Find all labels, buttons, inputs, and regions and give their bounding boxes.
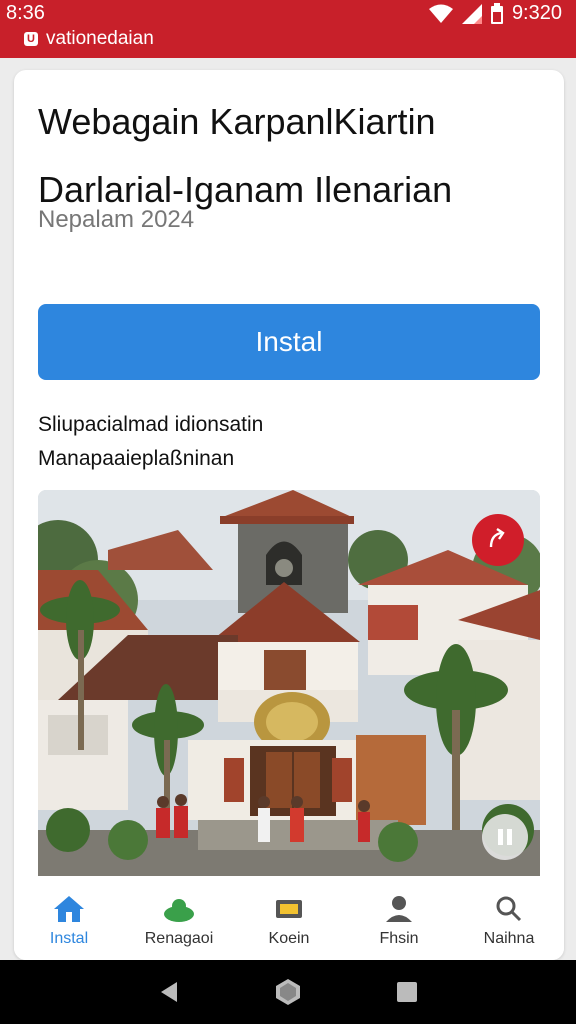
nav-item-instal[interactable]: Instal bbox=[14, 876, 124, 960]
app-label: vationedaian bbox=[46, 28, 154, 49]
description: Sliupacialmad idionsatin Manapaaieplaßni… bbox=[38, 408, 263, 476]
home-icon bbox=[54, 896, 84, 922]
pause-icon bbox=[498, 829, 512, 845]
building-illustration bbox=[38, 490, 540, 876]
signal-icon bbox=[461, 3, 482, 24]
description-line-1: Sliupacialmad idionsatin bbox=[38, 413, 264, 436]
app-badge-icon: U bbox=[24, 32, 38, 46]
install-button[interactable]: Instal bbox=[38, 304, 540, 380]
status-bar: 8:36 9:320 U vationedaian bbox=[0, 0, 576, 58]
cloud-icon bbox=[164, 899, 194, 922]
nav-label-renagaoi: Renagaoi bbox=[144, 930, 214, 947]
recents-icon[interactable] bbox=[395, 980, 419, 1004]
app-label-row: U vationedaian bbox=[24, 28, 154, 50]
share-button[interactable] bbox=[472, 514, 524, 566]
status-time: 8:36 bbox=[6, 2, 45, 24]
nav-item-renagaoi[interactable]: Renagaoi bbox=[124, 876, 234, 960]
nav-label-naihna: Naihna bbox=[483, 930, 535, 947]
nav-label-instal: Instal bbox=[49, 930, 89, 947]
wallet-icon bbox=[276, 900, 302, 918]
person-icon bbox=[386, 896, 412, 922]
nav-label-koein: Koein bbox=[268, 930, 310, 947]
clock-right: 9:320 bbox=[511, 2, 562, 24]
wifi-icon bbox=[428, 4, 453, 23]
status-icons: 9:320 bbox=[428, 2, 562, 25]
page-subtitle: Nepalam 2024 bbox=[38, 206, 195, 233]
nav-item-fhsin[interactable]: Fhsin bbox=[344, 876, 454, 960]
building-photo bbox=[38, 490, 540, 876]
description-line-2: Manapaaieplaßninan bbox=[38, 447, 235, 470]
home-button-icon[interactable] bbox=[274, 978, 302, 1006]
system-nav-bar bbox=[0, 960, 576, 1024]
bottom-nav: Instal Renagaoi Koein Fhsin Naihna bbox=[14, 876, 564, 960]
back-icon[interactable] bbox=[157, 980, 181, 1004]
nav-label-fhsin: Fhsin bbox=[379, 930, 419, 947]
page-title: Webagain KarpanlKiartin Darlarial-Iganam… bbox=[38, 101, 453, 210]
share-icon bbox=[489, 528, 505, 548]
nav-item-naihna[interactable]: Naihna bbox=[454, 876, 564, 960]
pause-button[interactable] bbox=[482, 814, 528, 860]
battery-icon bbox=[490, 2, 503, 24]
content-card: Webagain KarpanlKiartin Darlarial-Iganam… bbox=[14, 70, 564, 960]
search-icon bbox=[496, 896, 522, 922]
nav-item-koein[interactable]: Koein bbox=[234, 876, 344, 960]
